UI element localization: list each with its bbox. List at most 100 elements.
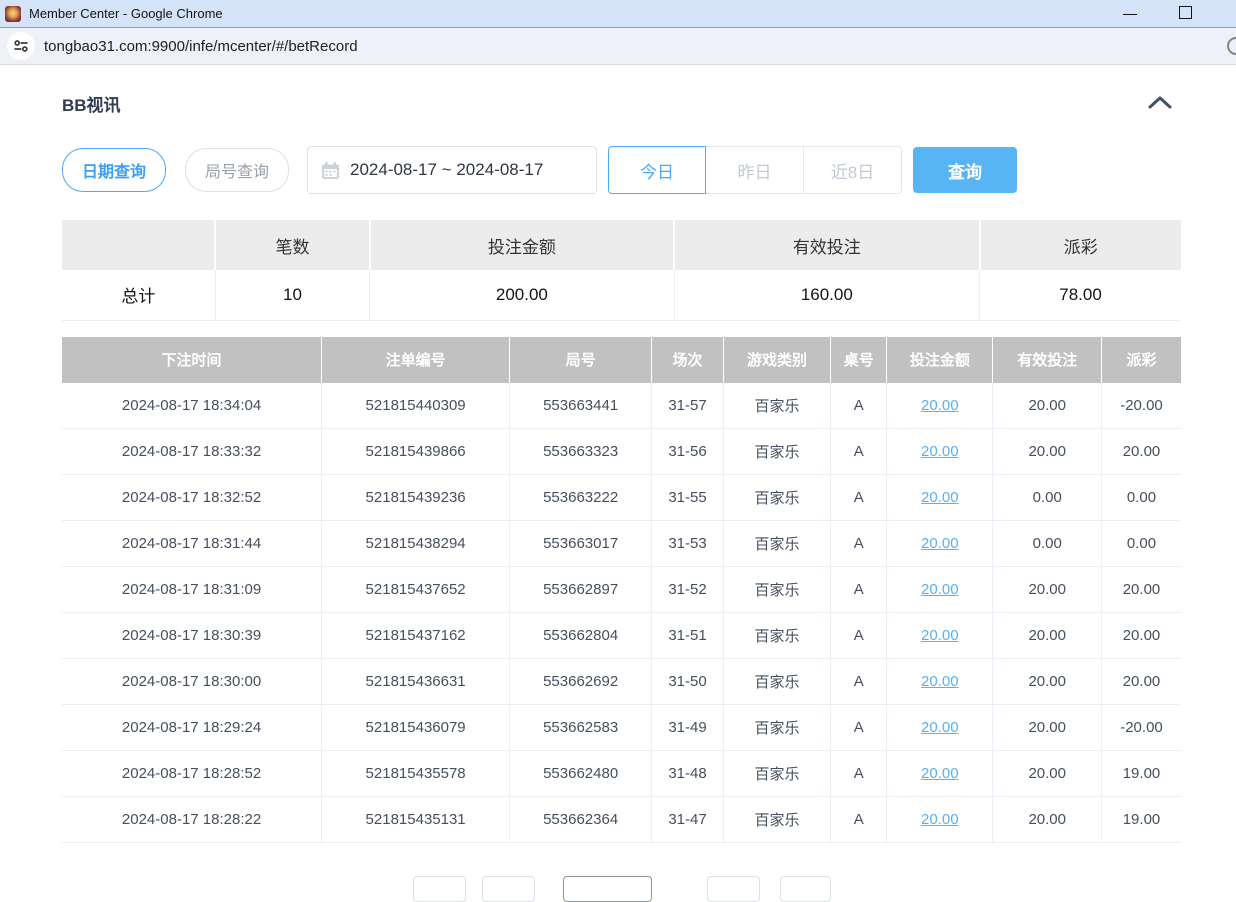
- site-favicon: [5, 6, 21, 22]
- session-cell: 31-47: [652, 797, 724, 843]
- valid-bet-cell: 20.00: [993, 659, 1102, 705]
- round-number-cell: 553662897: [510, 567, 652, 613]
- table-number-cell: A: [831, 705, 887, 751]
- maximize-icon[interactable]: [1179, 6, 1192, 19]
- bet-time-cell: 2024-08-17 18:28:22: [62, 797, 322, 843]
- section-header: BB视讯: [62, 91, 1181, 116]
- valid-bet-cell: 20.00: [993, 567, 1102, 613]
- bet-record-row: 2024-08-17 18:28:22521815435131553662364…: [62, 797, 1181, 843]
- browser-addressbar[interactable]: tongbao31.com:9900/infe/mcenter/#/betRec…: [0, 28, 1236, 65]
- page-title: BB视讯: [62, 91, 121, 116]
- bet-amount-link[interactable]: 20.00: [921, 719, 959, 736]
- bet-table-body: 2024-08-17 18:34:04521815440309553663441…: [62, 383, 1181, 843]
- valid-bet-cell: 20.00: [993, 383, 1102, 429]
- session-cell: 31-51: [652, 613, 724, 659]
- table-number-cell: A: [831, 797, 887, 843]
- bet-record-row: 2024-08-17 18:34:04521815440309553663441…: [62, 383, 1181, 429]
- summary-column-header: 有效投注: [674, 220, 979, 270]
- bet-amount-link[interactable]: 20.00: [921, 765, 959, 782]
- valid-bet-cell: 20.00: [993, 613, 1102, 659]
- column-header: 派彩: [1102, 337, 1182, 383]
- pagination-jump-button[interactable]: [780, 876, 831, 902]
- bet-amount-link[interactable]: 20.00: [921, 673, 959, 690]
- tune-icon: [13, 38, 29, 54]
- last-8-days-button[interactable]: 近8日: [804, 146, 902, 194]
- order-number-cell: 521815438294: [322, 521, 510, 567]
- minimize-icon[interactable]: [1123, 14, 1137, 15]
- bet-amount-link[interactable]: 20.00: [921, 443, 959, 460]
- valid-bet-cell: 20.00: [993, 705, 1102, 751]
- calendar-icon: [321, 161, 340, 180]
- url-text[interactable]: tongbao31.com:9900/infe/mcenter/#/betRec…: [44, 38, 358, 55]
- date-range-value: 2024-08-17 ~ 2024-08-17: [350, 160, 543, 180]
- game-type-cell: 百家乐: [723, 429, 830, 475]
- valid-bet-cell: 20.00: [993, 429, 1102, 475]
- bet-amount-cell: 20.00: [887, 383, 993, 429]
- session-cell: 31-56: [652, 429, 724, 475]
- game-type-cell: 百家乐: [723, 383, 830, 429]
- game-type-cell: 百家乐: [723, 475, 830, 521]
- bet-amount-cell: 20.00: [887, 613, 993, 659]
- collapse-button[interactable]: [1147, 94, 1173, 113]
- bet-amount-link[interactable]: 20.00: [921, 535, 959, 552]
- summary-value-cell: 78.00: [980, 270, 1181, 320]
- bet-record-table: 下注时间注单编号局号场次游戏类别桌号投注金额有效投注派彩 2024-08-17 …: [62, 337, 1181, 844]
- bet-amount-cell: 20.00: [887, 797, 993, 843]
- bet-amount-link[interactable]: 20.00: [921, 489, 959, 506]
- bet-time-cell: 2024-08-17 18:33:32: [62, 429, 322, 475]
- bet-amount-link[interactable]: 20.00: [921, 397, 959, 414]
- bet-amount-cell: 20.00: [887, 705, 993, 751]
- valid-bet-cell: 20.00: [993, 797, 1102, 843]
- bet-time-cell: 2024-08-17 18:31:09: [62, 567, 322, 613]
- round-query-tab[interactable]: 局号查询: [185, 148, 289, 192]
- today-button[interactable]: 今日: [608, 146, 706, 194]
- round-number-cell: 553663017: [510, 521, 652, 567]
- bet-record-row: 2024-08-17 18:30:39521815437162553662804…: [62, 613, 1181, 659]
- payout-cell: 0.00: [1102, 521, 1182, 567]
- site-settings-chip[interactable]: [7, 32, 35, 60]
- bet-amount-link[interactable]: 20.00: [921, 627, 959, 644]
- round-number-cell: 553662583: [510, 705, 652, 751]
- session-cell: 31-57: [652, 383, 724, 429]
- search-button[interactable]: 查询: [913, 147, 1017, 193]
- bet-time-cell: 2024-08-17 18:32:52: [62, 475, 322, 521]
- table-number-cell: A: [831, 475, 887, 521]
- payout-cell: -20.00: [1102, 383, 1182, 429]
- pagination-next-button[interactable]: [707, 876, 760, 902]
- summary-value-cell: 10: [215, 270, 369, 320]
- game-type-cell: 百家乐: [723, 659, 830, 705]
- date-query-tab[interactable]: 日期查询: [62, 148, 166, 192]
- session-cell: 31-48: [652, 751, 724, 797]
- bet-amount-link[interactable]: 20.00: [921, 581, 959, 598]
- filter-toolbar: 日期查询 局号查询 2024-08-17 ~ 2024-08-17 今日 昨日 …: [62, 146, 1181, 194]
- pagination-page-button[interactable]: [482, 876, 535, 902]
- bet-time-cell: 2024-08-17 18:31:44: [62, 521, 322, 567]
- game-type-cell: 百家乐: [723, 797, 830, 843]
- date-range-input[interactable]: 2024-08-17 ~ 2024-08-17: [307, 146, 597, 194]
- pagination-size-select[interactable]: [563, 876, 652, 902]
- bet-time-cell: 2024-08-17 18:29:24: [62, 705, 322, 751]
- column-header: 桌号: [831, 337, 887, 383]
- bet-record-row: 2024-08-17 18:32:52521815439236553663222…: [62, 475, 1181, 521]
- column-header: 场次: [652, 337, 724, 383]
- game-type-cell: 百家乐: [723, 613, 830, 659]
- valid-bet-cell: 0.00: [993, 521, 1102, 567]
- summary-value-cell: 200.00: [370, 270, 674, 320]
- round-number-cell: 553662804: [510, 613, 652, 659]
- order-number-cell: 521815439866: [322, 429, 510, 475]
- bet-time-cell: 2024-08-17 18:34:04: [62, 383, 322, 429]
- session-cell: 31-52: [652, 567, 724, 613]
- game-type-cell: 百家乐: [723, 567, 830, 613]
- pagination-prev-button[interactable]: [413, 876, 466, 902]
- table-number-cell: A: [831, 659, 887, 705]
- summary-column-header: 派彩: [980, 220, 1181, 270]
- order-number-cell: 521815440309: [322, 383, 510, 429]
- browser-avatar-icon[interactable]: [1227, 37, 1236, 55]
- bet-amount-link[interactable]: 20.00: [921, 811, 959, 828]
- game-type-cell: 百家乐: [723, 521, 830, 567]
- bet-time-cell: 2024-08-17 18:28:52: [62, 751, 322, 797]
- bet-amount-cell: 20.00: [887, 475, 993, 521]
- yesterday-button[interactable]: 昨日: [706, 146, 804, 194]
- window-title: Member Center - Google Chrome: [29, 6, 223, 21]
- bet-amount-cell: 20.00: [887, 429, 993, 475]
